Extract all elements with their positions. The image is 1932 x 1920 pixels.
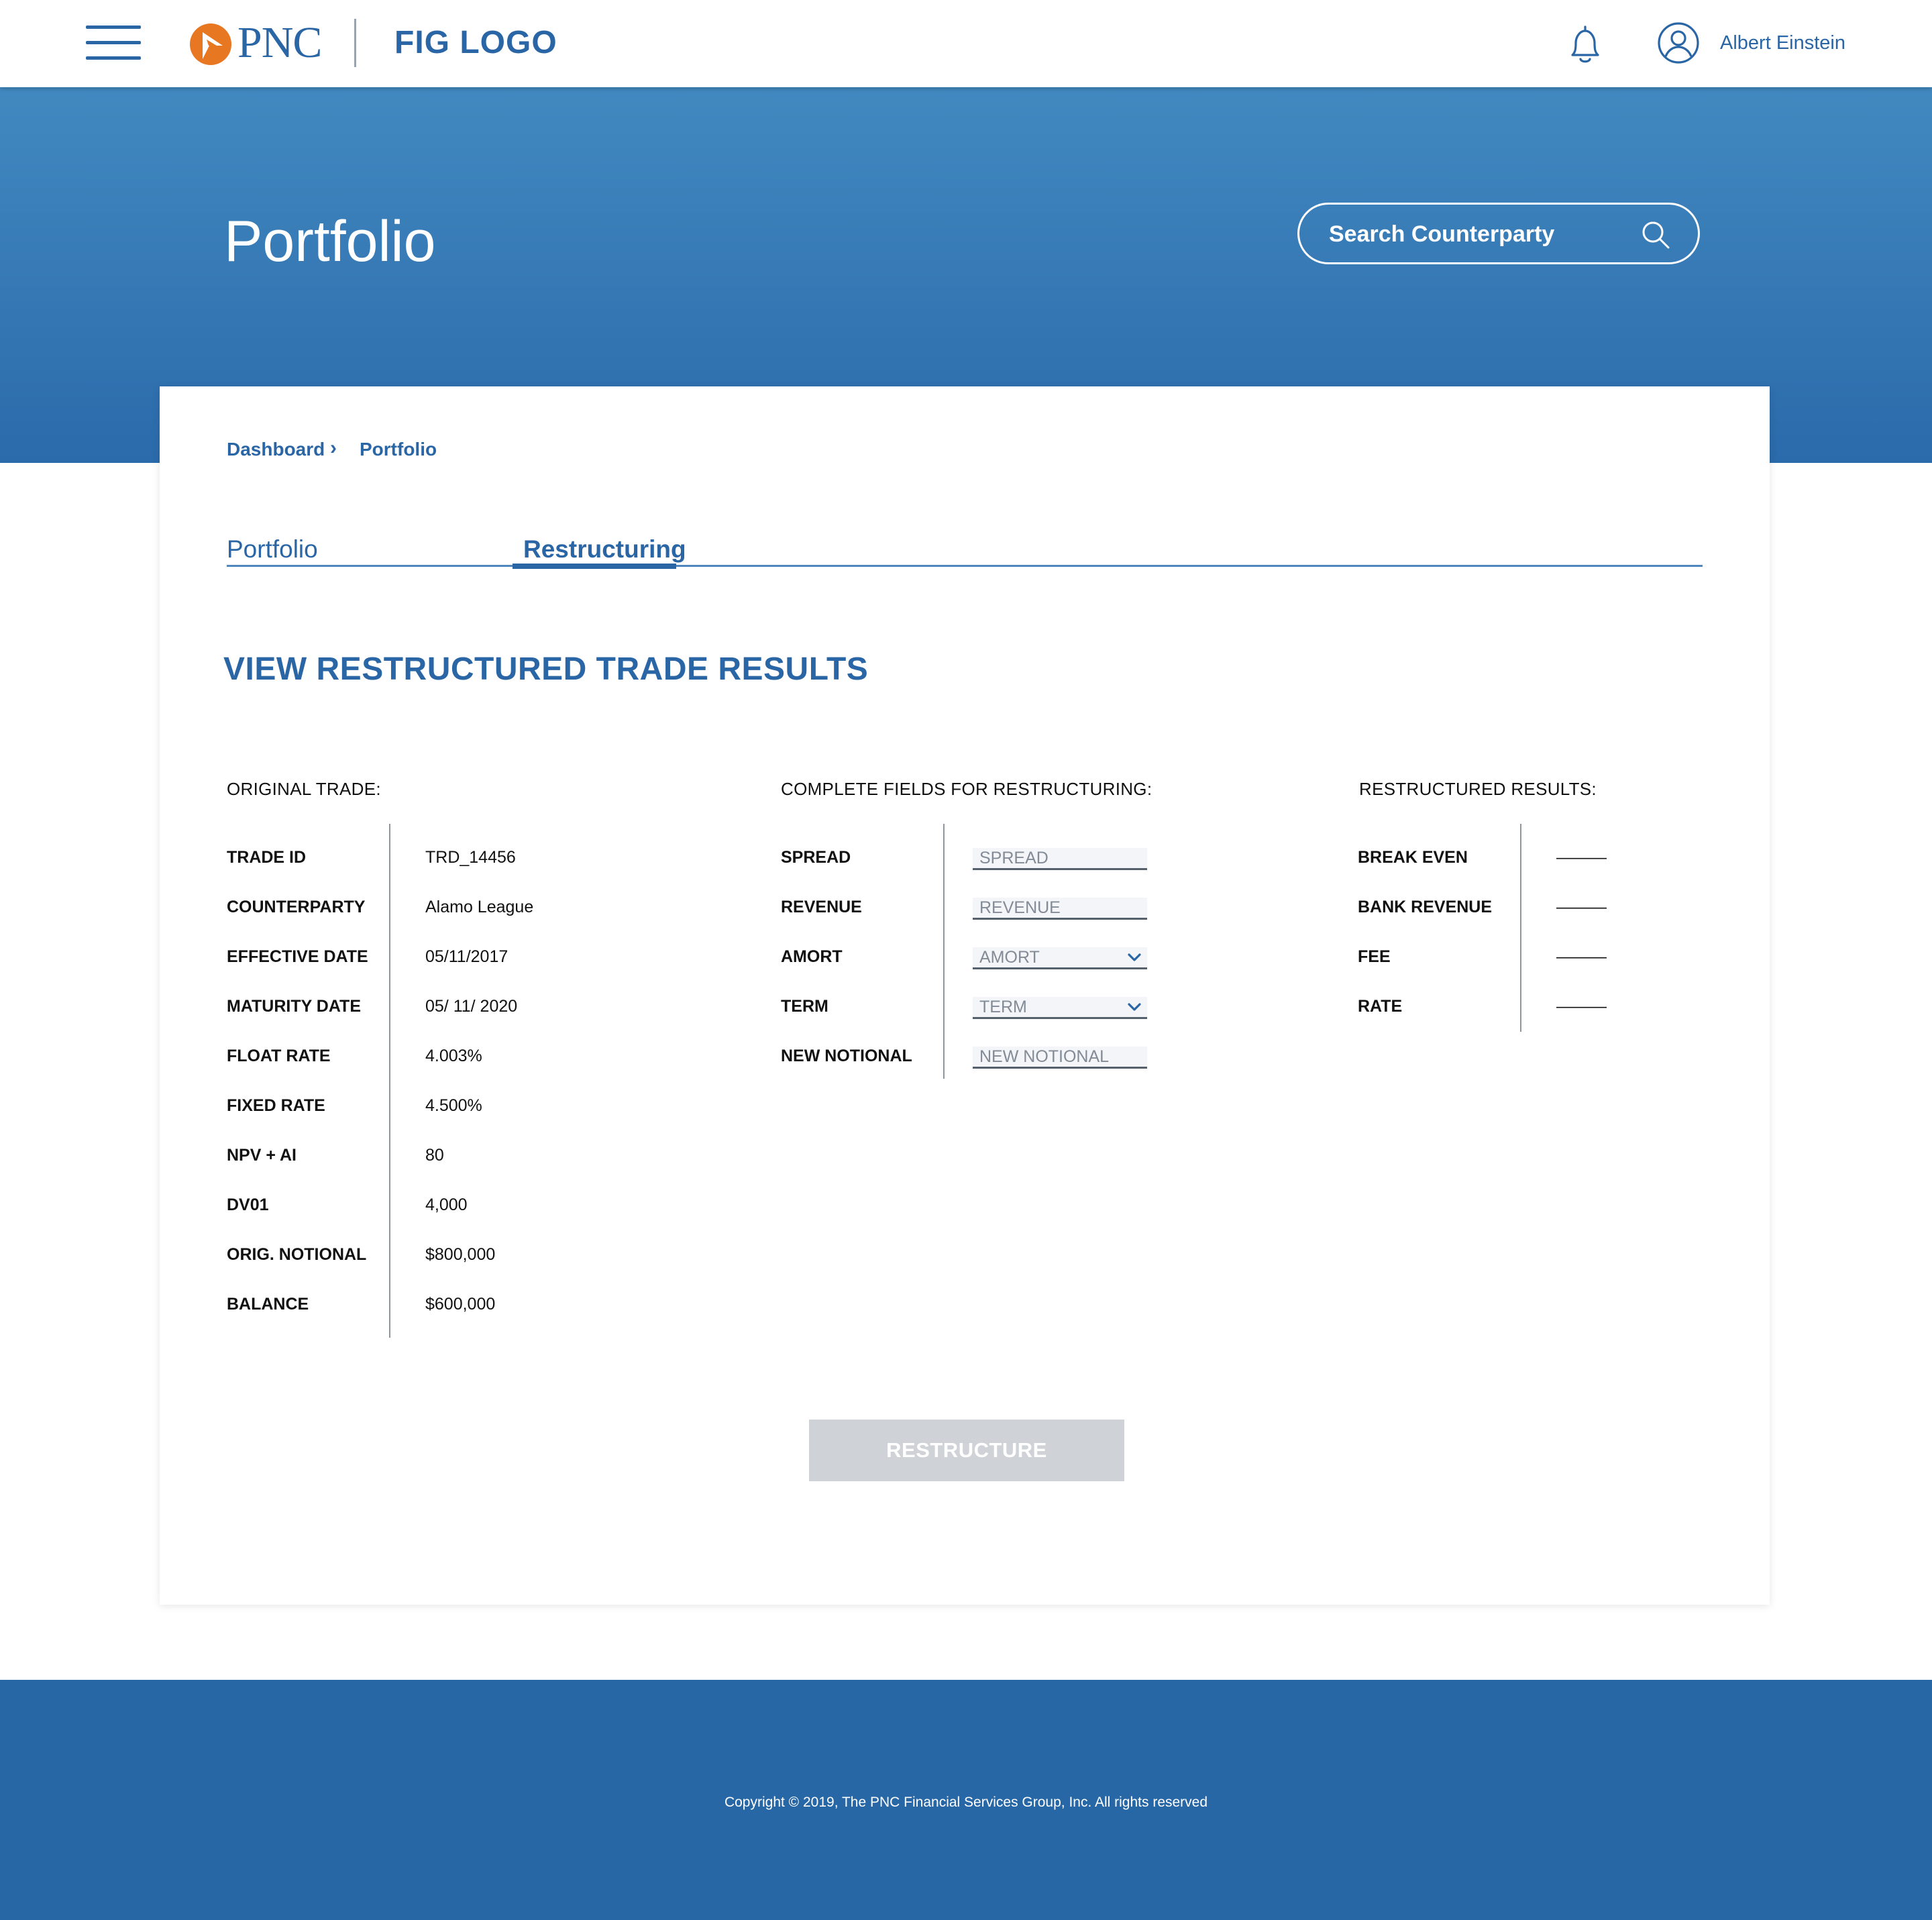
search-icon[interactable] — [1640, 219, 1671, 250]
float-rate-value: 4.003% — [425, 1047, 482, 1065]
pnc-logo-icon — [190, 23, 231, 65]
orig-notional-label: ORIG. NOTIONAL — [227, 1245, 367, 1264]
bank-revenue-value: ——— — [1556, 898, 1607, 916]
restructure-fields-divider — [943, 824, 945, 1079]
effective-date-label: EFFECTIVE DATE — [227, 947, 368, 966]
revenue-input[interactable] — [973, 898, 1140, 918]
restructure-fields-heading: COMPLETE FIELDS FOR RESTRUCTURING: — [781, 779, 1152, 799]
break-even-value: ——— — [1556, 848, 1607, 867]
copyright-text: Copyright © 2019, The PNC Financial Serv… — [724, 1795, 1208, 1810]
active-tab-indicator — [513, 564, 676, 569]
section-title: VIEW RESTRUCTURED TRADE RESULTS — [223, 651, 869, 687]
results-heading: RESTRUCTURED RESULTS: — [1359, 779, 1597, 799]
chevron-down-icon — [1128, 1003, 1141, 1011]
rate-value: ——— — [1556, 997, 1607, 1016]
original-trade-divider-lower — [389, 1044, 390, 1338]
menu-icon[interactable] — [86, 25, 141, 60]
break-even-label: BREAK EVEN — [1358, 848, 1468, 867]
breadcrumb-dashboard[interactable]: Dashboard — [227, 436, 325, 463]
spread-input[interactable] — [973, 848, 1140, 869]
brand-wordmark: PNC — [237, 18, 322, 67]
restructure-button[interactable]: RESTRUCTURE — [809, 1420, 1124, 1481]
trade-id-value: TRD_14456 — [425, 848, 516, 867]
user-name[interactable]: Albert Einstein — [1720, 30, 1845, 56]
maturity-date-label: MATURITY DATE — [227, 997, 361, 1016]
footer: Copyright © 2019, The PNC Financial Serv… — [0, 1680, 1932, 1920]
npv-ai-value: 80 — [425, 1146, 444, 1165]
user-icon[interactable] — [1657, 21, 1700, 64]
float-rate-label: FLOAT RATE — [227, 1047, 331, 1065]
breadcrumb-separator: › — [330, 437, 337, 459]
bank-revenue-label: BANK REVENUE — [1358, 898, 1493, 916]
spread-label: SPREAD — [781, 848, 851, 867]
search-input[interactable] — [1329, 218, 1624, 250]
new-notional-label: NEW NOTIONAL — [781, 1047, 912, 1065]
fig-logo: FIG LOGO — [394, 25, 557, 60]
revenue-label: REVENUE — [781, 898, 862, 916]
trade-id-label: TRADE ID — [227, 848, 307, 867]
amort-label: AMORT — [781, 947, 843, 966]
page-title: Portfolio — [224, 209, 436, 274]
logo-divider — [354, 19, 356, 67]
counterparty-label: COUNTERPARTY — [227, 898, 366, 916]
tab-portfolio[interactable]: Portfolio — [227, 534, 318, 565]
content-card: Dashboard › Portfolio Portfolio Restruct… — [160, 386, 1770, 1605]
fixed-rate-label: FIXED RATE — [227, 1096, 325, 1115]
spread-field[interactable] — [973, 848, 1147, 870]
results-divider — [1520, 824, 1521, 1032]
new-notional-field[interactable] — [973, 1047, 1147, 1069]
original-trade-divider — [389, 824, 390, 1052]
tab-restructuring[interactable]: Restructuring — [523, 534, 686, 565]
balance-value: $600,000 — [425, 1295, 496, 1314]
fee-value: ——— — [1556, 947, 1607, 966]
tabs-divider — [227, 565, 1703, 567]
new-notional-input[interactable] — [973, 1047, 1140, 1067]
revenue-field[interactable] — [973, 898, 1147, 920]
amort-select-value: AMORT — [979, 948, 1040, 967]
term-select-value: TERM — [979, 998, 1027, 1016]
search-counterparty[interactable] — [1297, 203, 1700, 264]
balance-label: BALANCE — [227, 1295, 309, 1314]
chevron-down-icon — [1128, 953, 1141, 961]
effective-date-value: 05/11/2017 — [425, 947, 508, 966]
amort-select[interactable]: AMORT — [973, 947, 1147, 969]
dv01-value: 4,000 — [425, 1195, 468, 1214]
npv-ai-label: NPV + AI — [227, 1146, 297, 1165]
dv01-label: DV01 — [227, 1195, 269, 1214]
bell-icon[interactable] — [1563, 23, 1607, 67]
fixed-rate-value: 4.500% — [425, 1096, 482, 1115]
orig-notional-value: $800,000 — [425, 1245, 496, 1264]
top-nav-bar: PNC FIG LOGO Albert Einstein — [0, 0, 1932, 87]
rate-label: RATE — [1358, 997, 1403, 1016]
fee-label: FEE — [1358, 947, 1391, 966]
breadcrumb-portfolio: Portfolio — [360, 439, 437, 460]
counterparty-value: Alamo League — [425, 898, 534, 916]
term-select[interactable]: TERM — [973, 997, 1147, 1019]
maturity-date-value: 05/ 11/ 2020 — [425, 997, 518, 1016]
original-trade-heading: ORIGINAL TRADE: — [227, 779, 381, 799]
term-label: TERM — [781, 997, 828, 1016]
